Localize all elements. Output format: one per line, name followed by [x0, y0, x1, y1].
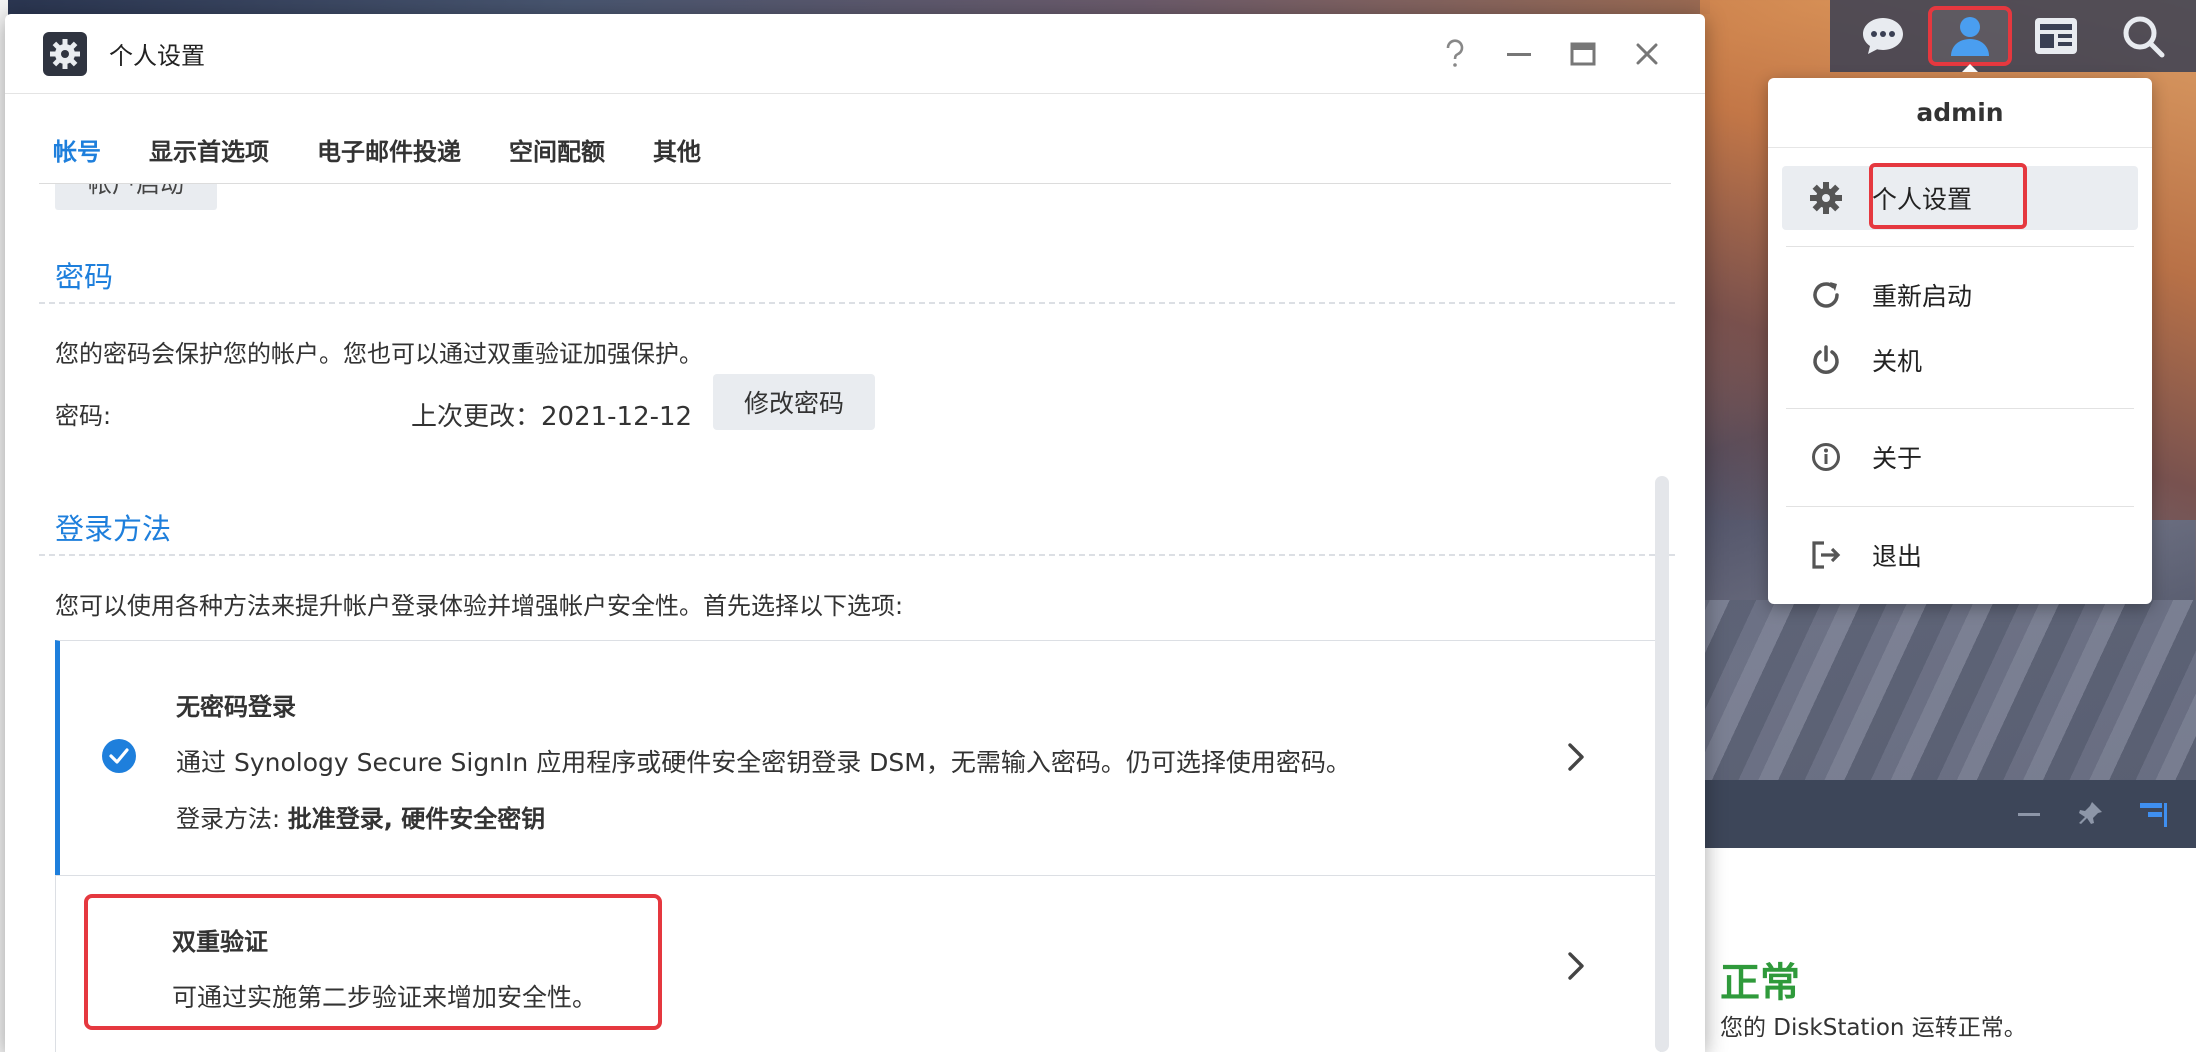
password-label: 密码: — [55, 402, 112, 430]
login-methods-value: 批准登录, 硬件安全密钥 — [287, 805, 546, 833]
menu-separator — [1786, 408, 2134, 409]
pin-icon[interactable] — [2076, 800, 2104, 828]
tab-quota[interactable]: 空间配额 — [509, 132, 605, 167]
menu-separator — [1786, 506, 2134, 507]
taskbar — [1830, 0, 2196, 72]
password-section-title: 密码 — [55, 260, 114, 294]
chevron-right-icon — [1564, 739, 1588, 775]
minimize-button[interactable] — [1501, 36, 1537, 72]
minimize-icon[interactable] — [2016, 801, 2042, 827]
maximize-icon — [1570, 42, 1596, 66]
menu-item-logout[interactable]: 退出 — [1782, 523, 2138, 587]
desktop-background-strip — [0, 0, 1710, 14]
chevron-right-icon — [1564, 948, 1588, 984]
tab-email-delivery[interactable]: 电子邮件投递 — [317, 132, 461, 167]
user-menu: admin 个人设置 重新启动 关机 关于 退出 — [1768, 78, 2152, 604]
personal-settings-app-icon — [43, 31, 87, 76]
user-icon — [1950, 17, 1989, 56]
user-button[interactable] — [1927, 6, 2012, 66]
two-factor-card[interactable]: 双重验证 可通过实施第二步验证来增加安全性。 — [55, 875, 1661, 1052]
login-methods-label: 登录方法: — [176, 805, 288, 833]
menu-item-label: 关机 — [1872, 347, 1923, 376]
menu-item-personal-settings[interactable]: 个人设置 — [1782, 163, 2138, 230]
gear-icon — [1794, 181, 1858, 215]
widget-icon — [2035, 18, 2078, 54]
check-circle-icon — [102, 739, 136, 773]
search-button[interactable] — [2101, 6, 2185, 66]
chat-icon — [1863, 18, 1904, 54]
close-icon — [1636, 43, 1658, 65]
passwordless-login-card[interactable]: 无密码登录 通过 Synology Secure SignIn 应用程序或硬件安… — [55, 640, 1661, 876]
account-activation-button[interactable]: 帐户启动 — [55, 184, 217, 210]
logout-icon — [1794, 540, 1858, 570]
menu-item-label: 关于 — [1872, 444, 1923, 473]
password-last-changed: 上次更改：2021-12-12 — [411, 402, 693, 432]
system-status-description: 您的 DiskStation 运转正常。 — [1720, 1015, 2027, 1041]
settings-tabs: 帐号 显示首选项 电子邮件投递 空间配额 其他 — [53, 132, 701, 167]
help-button[interactable] — [1437, 36, 1473, 72]
widget-header — [1690, 780, 2196, 848]
personal-settings-window: 个人设置 帐号 显示首选项 电子邮件投递 空间配额 其他 帐户启动 密码 您的密… — [5, 14, 1705, 1052]
help-icon — [1446, 39, 1464, 67]
menu-separator — [1786, 246, 2134, 247]
change-password-button[interactable]: 修改密码 — [713, 374, 875, 430]
chat-button[interactable] — [1841, 6, 1925, 66]
window-titlebar[interactable]: 个人设置 — [5, 14, 1705, 94]
power-icon — [1794, 344, 1858, 376]
search-icon — [2123, 16, 2165, 58]
restart-icon — [1794, 279, 1858, 311]
window-controls — [1437, 36, 1665, 72]
highlight-box — [1869, 163, 2027, 229]
menu-item-about[interactable]: 关于 — [1782, 425, 2138, 489]
highlight-box — [84, 894, 662, 1030]
tab-display-preferences[interactable]: 显示首选项 — [149, 132, 269, 167]
section-divider — [39, 302, 1675, 304]
menu-item-restart[interactable]: 重新启动 — [1782, 263, 2138, 327]
account-tab-content: 帐户启动 密码 您的密码会保护您的帐户。您也可以通过双重验证加强保护。 密码: … — [5, 184, 1705, 1052]
menu-username: admin — [1768, 78, 2152, 148]
login-method-description: 您可以使用各种方法来提升帐户登录体验并增强帐户安全性。首先选择以下选项: — [55, 592, 904, 620]
widget-toggle-icon[interactable] — [2138, 800, 2168, 828]
minimize-icon — [1507, 53, 1531, 56]
passwordless-title: 无密码登录 — [176, 693, 296, 721]
passwordless-login-methods: 登录方法: 批准登录, 硬件安全密钥 — [176, 799, 545, 834]
close-button[interactable] — [1629, 36, 1665, 72]
menu-item-label: 退出 — [1872, 542, 1923, 571]
window-title: 个人设置 — [109, 42, 205, 70]
login-method-section-title: 登录方法 — [55, 512, 172, 546]
widget-button[interactable] — [2014, 6, 2098, 66]
tab-account[interactable]: 帐号 — [53, 132, 101, 167]
info-icon — [1794, 442, 1858, 472]
section-divider — [39, 554, 1675, 556]
menu-item-label: 重新启动 — [1872, 282, 1973, 311]
password-description: 您的密码会保护您的帐户。您也可以通过双重验证加强保护。 — [55, 340, 703, 368]
content-scrollbar[interactable] — [1655, 476, 1669, 1052]
passwordless-description: 通过 Synology Secure SignIn 应用程序或硬件安全密钥登录 … — [176, 748, 1351, 777]
system-status: 正常 — [1720, 960, 1800, 1006]
tab-others[interactable]: 其他 — [653, 132, 701, 167]
menu-item-shutdown[interactable]: 关机 — [1782, 328, 2138, 392]
maximize-button[interactable] — [1565, 36, 1601, 72]
system-health-widget: 正常 您的 DiskStation 运转正常。 — [1690, 780, 2196, 1052]
